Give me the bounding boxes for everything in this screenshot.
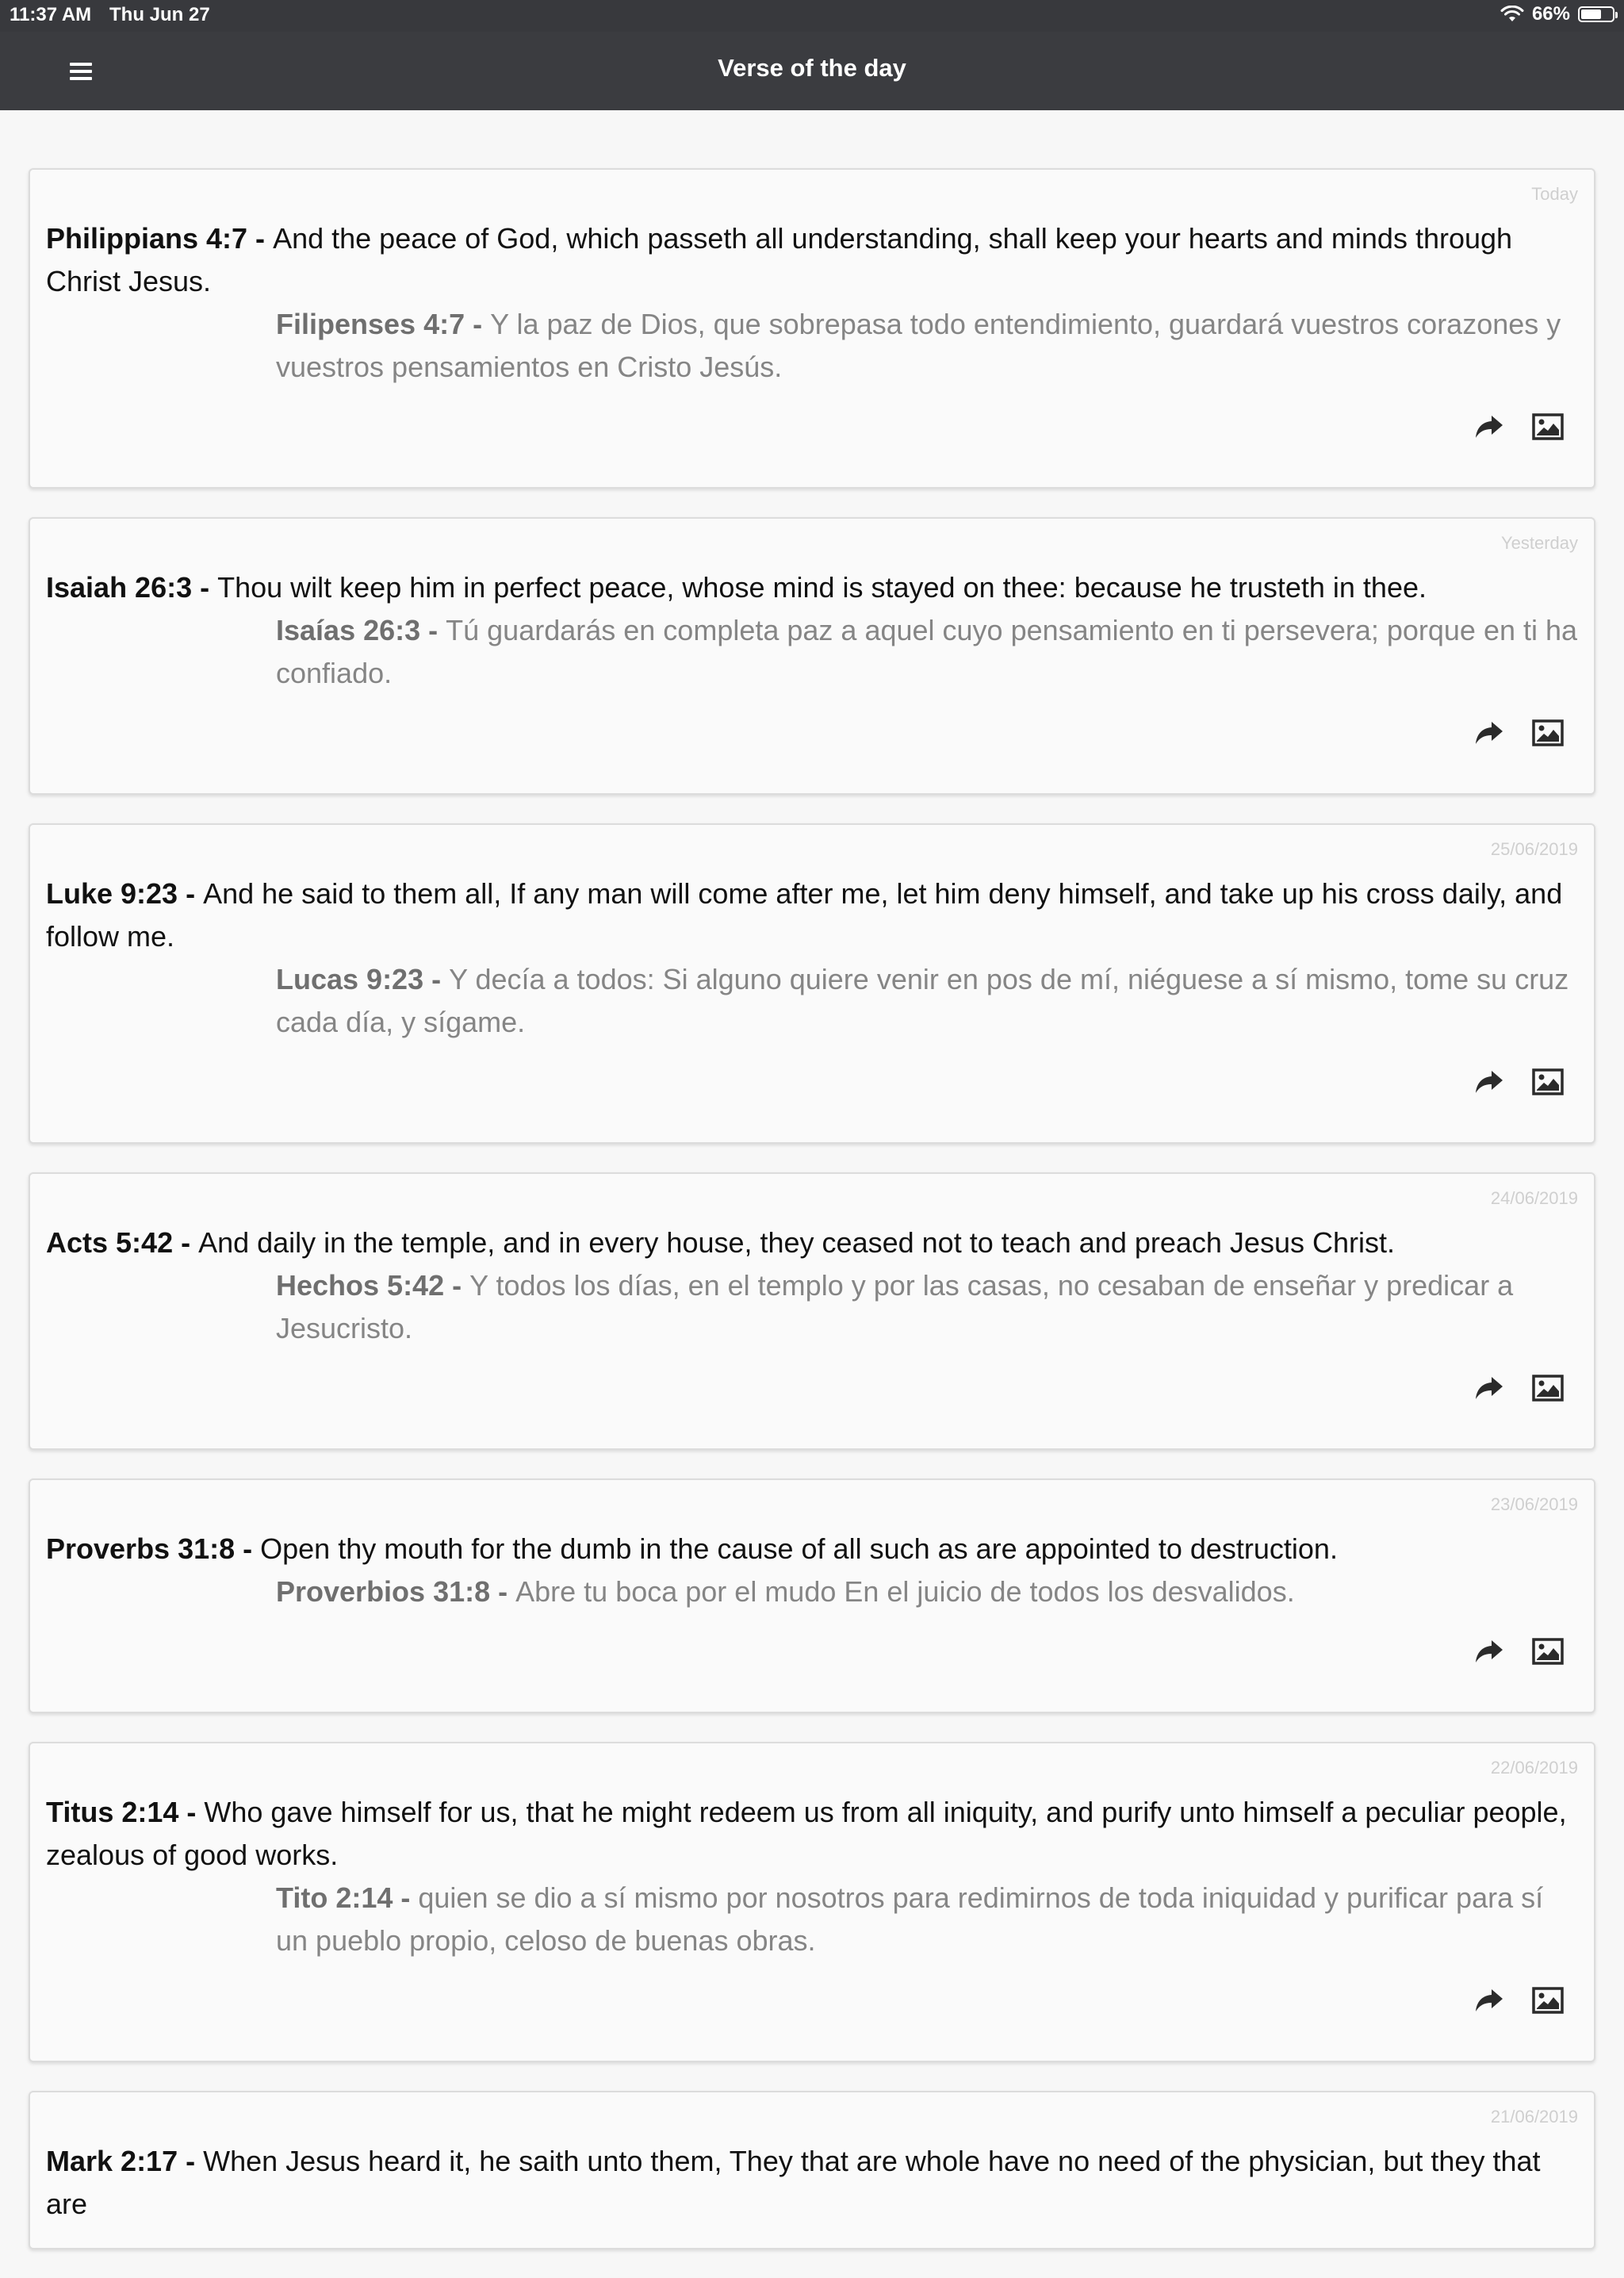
- share-icon[interactable]: [1473, 1374, 1505, 1402]
- battery-icon: [1578, 6, 1618, 22]
- spanish-reference: Lucas 9:23 -: [276, 963, 450, 995]
- spanish-reference: Proverbios 31:8 -: [276, 1575, 516, 1608]
- status-date: Thu Jun 27: [109, 4, 210, 25]
- image-icon[interactable]: [1532, 412, 1564, 441]
- english-verse: Acts 5:42 - And daily in the temple, and…: [46, 1174, 1578, 1264]
- spanish-reference: Filipenses 4:7 -: [276, 308, 491, 340]
- verse-card: 24/06/2019 Acts 5:42 - And daily in the …: [29, 1172, 1595, 1450]
- english-verse: Mark 2:17 - When Jesus heard it, he sait…: [46, 2092, 1578, 2226]
- verse-actions: [1473, 1068, 1564, 1096]
- wifi-icon: [1500, 6, 1524, 21]
- status-right: 66%: [1500, 3, 1618, 25]
- battery-level: [1581, 10, 1602, 19]
- english-text: Who gave himself for us, that he might r…: [46, 1796, 1567, 1871]
- verse-actions: [1473, 719, 1564, 747]
- english-verse: Titus 2:14 - Who gave himself for us, th…: [46, 1743, 1578, 1877]
- verse-date: 23/06/2019: [1490, 1494, 1578, 1514]
- spanish-verse: Hechos 5:42 - Y todos los días, en el te…: [276, 1264, 1578, 1350]
- spanish-verse: Tito 2:14 - quien se dio a sí mismo por …: [276, 1877, 1578, 1962]
- english-text: Thou wilt keep him in perfect peace, who…: [217, 571, 1427, 604]
- english-reference: Titus 2:14 -: [46, 1796, 205, 1828]
- spanish-reference: Tito 2:14 -: [276, 1881, 419, 1914]
- verse-card: 21/06/2019 Mark 2:17 - When Jesus heard …: [29, 2091, 1595, 2249]
- english-verse: Luke 9:23 - And he said to them all, If …: [46, 825, 1578, 958]
- verse-date: 25/06/2019: [1490, 839, 1578, 859]
- spanish-text: Y decía a todos: Si alguno quiere venir …: [276, 963, 1569, 1038]
- english-verse: Isaiah 26:3 - Thou wilt keep him in perf…: [46, 519, 1578, 609]
- english-reference: Acts 5:42 -: [46, 1226, 199, 1259]
- verse-date: 24/06/2019: [1490, 1188, 1578, 1208]
- image-icon[interactable]: [1532, 1068, 1564, 1096]
- page-title: Verse of the day: [718, 54, 906, 82]
- image-icon[interactable]: [1532, 1374, 1564, 1402]
- spanish-verse: Proverbios 31:8 - Abre tu boca por el mu…: [276, 1570, 1578, 1613]
- battery-percent: 66%: [1531, 3, 1570, 25]
- english-verse: Proverbs 31:8 - Open thy mouth for the d…: [46, 1480, 1578, 1570]
- status-time: 11:37 AM: [10, 4, 92, 25]
- spanish-reference: Isaías 26:3 -: [276, 614, 446, 646]
- spanish-text: quien se dio a sí mismo por nosotros par…: [276, 1881, 1544, 1957]
- english-reference: Philippians 4:7 -: [46, 222, 274, 255]
- share-icon[interactable]: [1473, 1068, 1505, 1096]
- image-icon[interactable]: [1532, 1986, 1564, 2015]
- english-reference: Mark 2:17 -: [46, 2145, 204, 2177]
- verse-feed: Today Philippians 4:7 - And the peace of…: [29, 168, 1595, 2278]
- spanish-text: Abre tu boca por el mudo En el juicio de…: [515, 1575, 1295, 1608]
- english-text: Open thy mouth for the dumb in the cause…: [260, 1532, 1338, 1565]
- english-reference: Luke 9:23 -: [46, 877, 204, 910]
- verse-card: 22/06/2019 Titus 2:14 - Who gave himself…: [29, 1742, 1595, 2062]
- status-bar: 11:37 AM Thu Jun 27 66%: [0, 0, 1624, 32]
- verse-card: Today Philippians 4:7 - And the peace of…: [29, 168, 1595, 489]
- spanish-text: Tú guardarás en completa paz a aquel cuy…: [276, 614, 1578, 689]
- verse-actions: [1473, 412, 1564, 441]
- spanish-verse: Lucas 9:23 - Y decía a todos: Si alguno …: [276, 958, 1578, 1044]
- share-icon[interactable]: [1473, 1986, 1505, 2015]
- share-icon[interactable]: [1473, 1637, 1505, 1666]
- verse-card: 25/06/2019 Luke 9:23 - And he said to th…: [29, 823, 1595, 1144]
- image-icon[interactable]: [1532, 719, 1564, 747]
- verse-date: Yesterday: [1500, 533, 1578, 553]
- english-verse: Philippians 4:7 - And the peace of God, …: [46, 170, 1578, 303]
- share-icon[interactable]: [1473, 412, 1505, 441]
- verse-actions: [1473, 1986, 1564, 2015]
- verse-actions: [1473, 1374, 1564, 1402]
- image-icon[interactable]: [1532, 1637, 1564, 1666]
- english-reference: Proverbs 31:8 -: [46, 1532, 261, 1565]
- verse-card: Yesterday Isaiah 26:3 - Thou wilt keep h…: [29, 517, 1595, 795]
- english-text: When Jesus heard it, he saith unto them,…: [46, 2145, 1541, 2220]
- verse-date: 21/06/2019: [1490, 2107, 1578, 2127]
- nav-bar: Verse of the day: [0, 32, 1624, 110]
- spanish-verse: Filipenses 4:7 - Y la paz de Dios, que s…: [276, 303, 1578, 389]
- spanish-reference: Hechos 5:42 -: [276, 1269, 470, 1302]
- english-text: And he said to them all, If any man will…: [46, 877, 1563, 953]
- english-reference: Isaiah 26:3 -: [46, 571, 218, 604]
- spanish-verse: Isaías 26:3 - Tú guardarás en completa p…: [276, 609, 1578, 695]
- verse-actions: [1473, 1637, 1564, 1666]
- english-text: And daily in the temple, and in every ho…: [198, 1226, 1395, 1259]
- verse-date: Today: [1531, 184, 1578, 204]
- share-icon[interactable]: [1473, 719, 1505, 747]
- verse-card: 23/06/2019 Proverbs 31:8 - Open thy mout…: [29, 1478, 1595, 1713]
- verse-date: 22/06/2019: [1490, 1758, 1578, 1778]
